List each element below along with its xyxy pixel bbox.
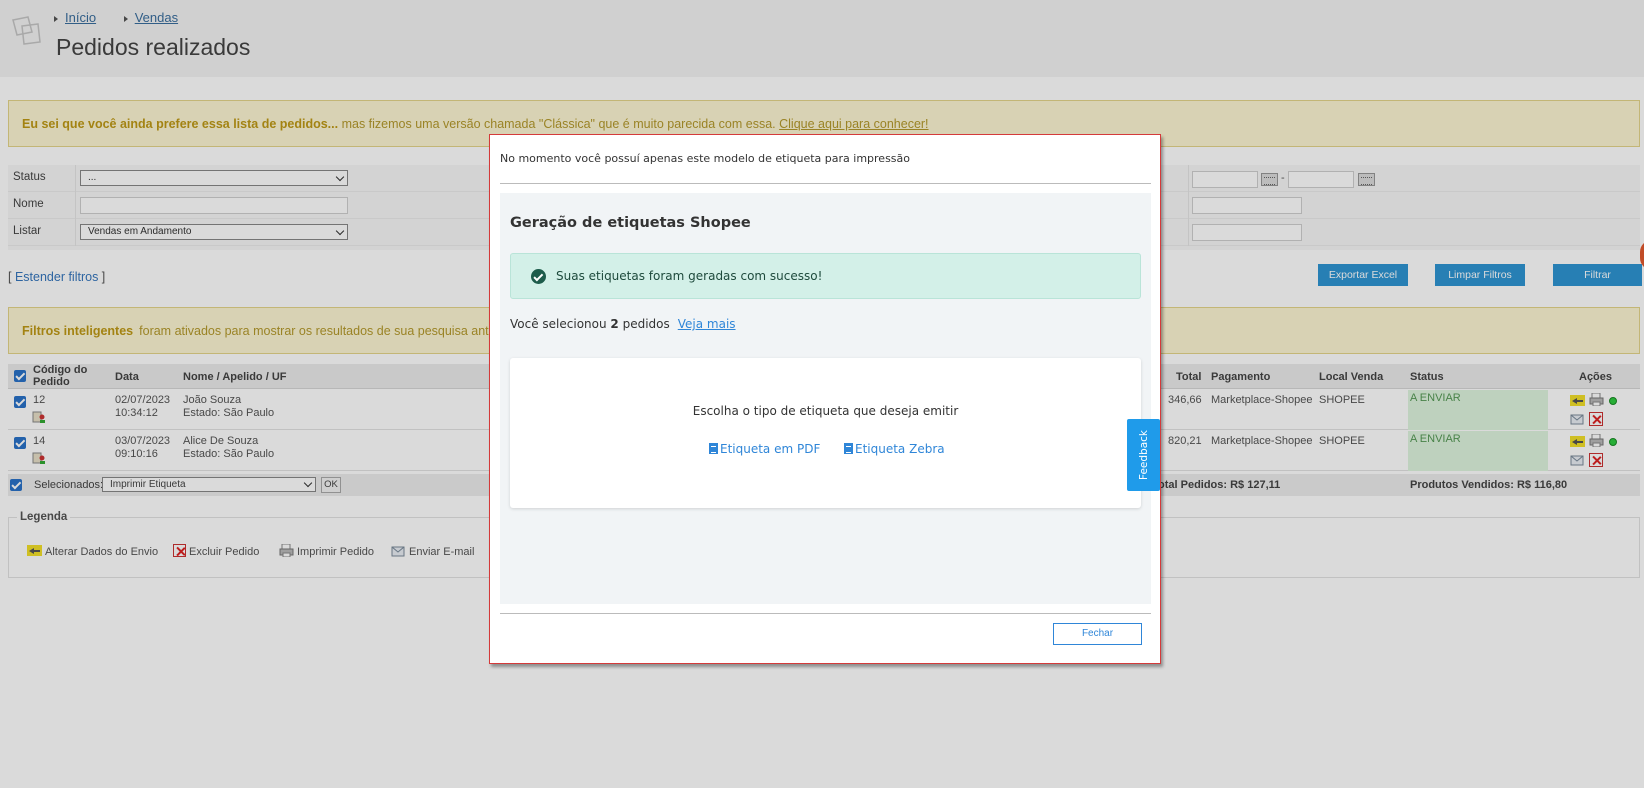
divider [500,183,1151,184]
shopee-label-modal: No momento você possuí apenas este model… [489,134,1161,664]
choose-label-text: Escolha o tipo de etiqueta que deseja em… [692,404,959,418]
selected-count: 2 [610,317,619,331]
zebra-label-link[interactable]: Etiqueta Zebra [844,442,945,456]
success-alert: Suas etiquetas foram geradas com sucesso… [510,253,1141,299]
feedback-tab[interactable]: Feedback [1127,419,1160,491]
file-icon [844,443,853,454]
label-type-card: Escolha o tipo de etiqueta que deseja em… [510,358,1141,508]
document-icon [709,443,718,454]
pdf-label-link[interactable]: Etiqueta em PDF [709,442,820,456]
see-more-link[interactable]: Veja mais [678,317,736,331]
selected-orders-line: Você selecionou 2 pedidos Veja mais [510,317,736,331]
modal-info-text: No momento você possuí apenas este model… [500,152,911,165]
check-circle-icon [531,269,546,284]
divider [500,613,1151,614]
modal-content: Geração de etiquetas Shopee Suas etiquet… [500,193,1160,604]
success-message: Suas etiquetas foram geradas com sucesso… [556,269,823,283]
close-button[interactable]: Fechar [1053,623,1142,645]
modal-title: Geração de etiquetas Shopee [510,215,751,231]
